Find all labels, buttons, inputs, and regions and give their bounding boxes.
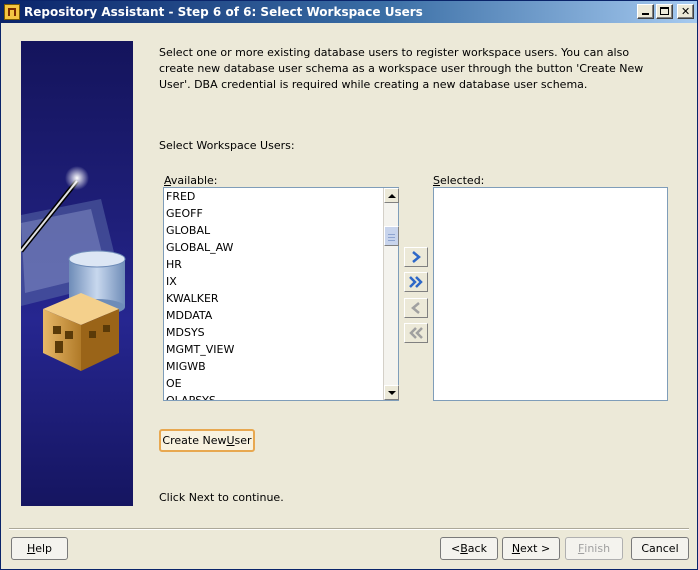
list-item[interactable]: MGMT_VIEW — [164, 341, 383, 358]
list-item[interactable]: OE — [164, 375, 383, 392]
selected-label: Selected: — [433, 174, 485, 187]
close-button[interactable]: ✕ — [677, 4, 694, 19]
remove-all-button[interactable] — [404, 323, 428, 343]
selected-users-items — [434, 188, 667, 400]
available-users-list[interactable]: FRED GEOFF GLOBAL GLOBAL_AW HR IX KWALKER MDDAT… — [163, 187, 399, 401]
cancel-button[interactable]: Cancel — [631, 537, 689, 560]
chevron-right-icon — [412, 251, 421, 263]
list-item[interactable]: HR — [164, 256, 383, 273]
list-item[interactable]: OLAPSYS — [164, 392, 383, 400]
scroll-thumb[interactable] — [384, 226, 399, 246]
list-item[interactable]: MIGWB — [164, 358, 383, 375]
arrow-down-icon — [387, 390, 396, 395]
select-workspace-users-label: Select Workspace Users: — [159, 139, 295, 152]
list-item[interactable]: IX — [164, 273, 383, 290]
maximize-icon — [660, 7, 669, 15]
list-item[interactable]: KWALKER — [164, 290, 383, 307]
list-item[interactable]: GEOFF — [164, 205, 383, 222]
add-selected-button[interactable] — [404, 247, 428, 267]
app-icon — [4, 4, 20, 20]
list-item[interactable]: GLOBAL_AW — [164, 239, 383, 256]
selected-users-list[interactable] — [433, 187, 668, 401]
intro-description: Select one or more existing database use… — [159, 46, 644, 91]
double-chevron-right-icon — [409, 276, 423, 288]
finish-button[interactable]: Finish — [565, 537, 623, 560]
scroll-up-button[interactable] — [384, 188, 399, 203]
list-item[interactable]: MDDATA — [164, 307, 383, 324]
window-title: Repository Assistant - Step 6 of 6: Sele… — [24, 5, 423, 19]
repository-assistant-window: Repository Assistant - Step 6 of 6: Sele… — [0, 0, 698, 570]
list-item[interactable]: FRED — [164, 188, 383, 205]
wizard-side-banner — [21, 41, 133, 506]
continue-instruction: Click Next to continue. — [159, 491, 284, 504]
window-controls: ✕ — [635, 4, 694, 19]
available-users-items: FRED GEOFF GLOBAL GLOBAL_AW HR IX KWALKER MDDAT… — [164, 188, 383, 400]
title-bar[interactable]: Repository Assistant - Step 6 of 6: Sele… — [1, 1, 697, 23]
help-button[interactable]: Help — [11, 537, 68, 560]
close-icon: ✕ — [681, 5, 691, 18]
add-all-button[interactable] — [404, 272, 428, 292]
minimize-icon — [642, 13, 649, 15]
list-item[interactable]: GLOBAL — [164, 222, 383, 239]
arrow-up-icon — [387, 193, 396, 198]
chevron-left-icon — [411, 302, 420, 314]
scroll-down-button[interactable] — [384, 385, 399, 400]
list-item[interactable]: MDSYS — [164, 324, 383, 341]
wizard-illustration — [21, 166, 126, 371]
remove-selected-button[interactable] — [404, 298, 428, 318]
available-label: Available: — [164, 174, 218, 187]
create-new-user-button[interactable]: Create New User — [159, 429, 255, 452]
available-list-scrollbar[interactable] — [383, 188, 399, 400]
minimize-button[interactable] — [637, 4, 654, 19]
double-chevron-left-icon — [409, 327, 423, 339]
footer-separator — [9, 528, 689, 530]
next-button[interactable]: Next > — [502, 537, 560, 560]
back-button[interactable]: < Back — [440, 537, 498, 560]
maximize-button[interactable] — [656, 4, 673, 19]
